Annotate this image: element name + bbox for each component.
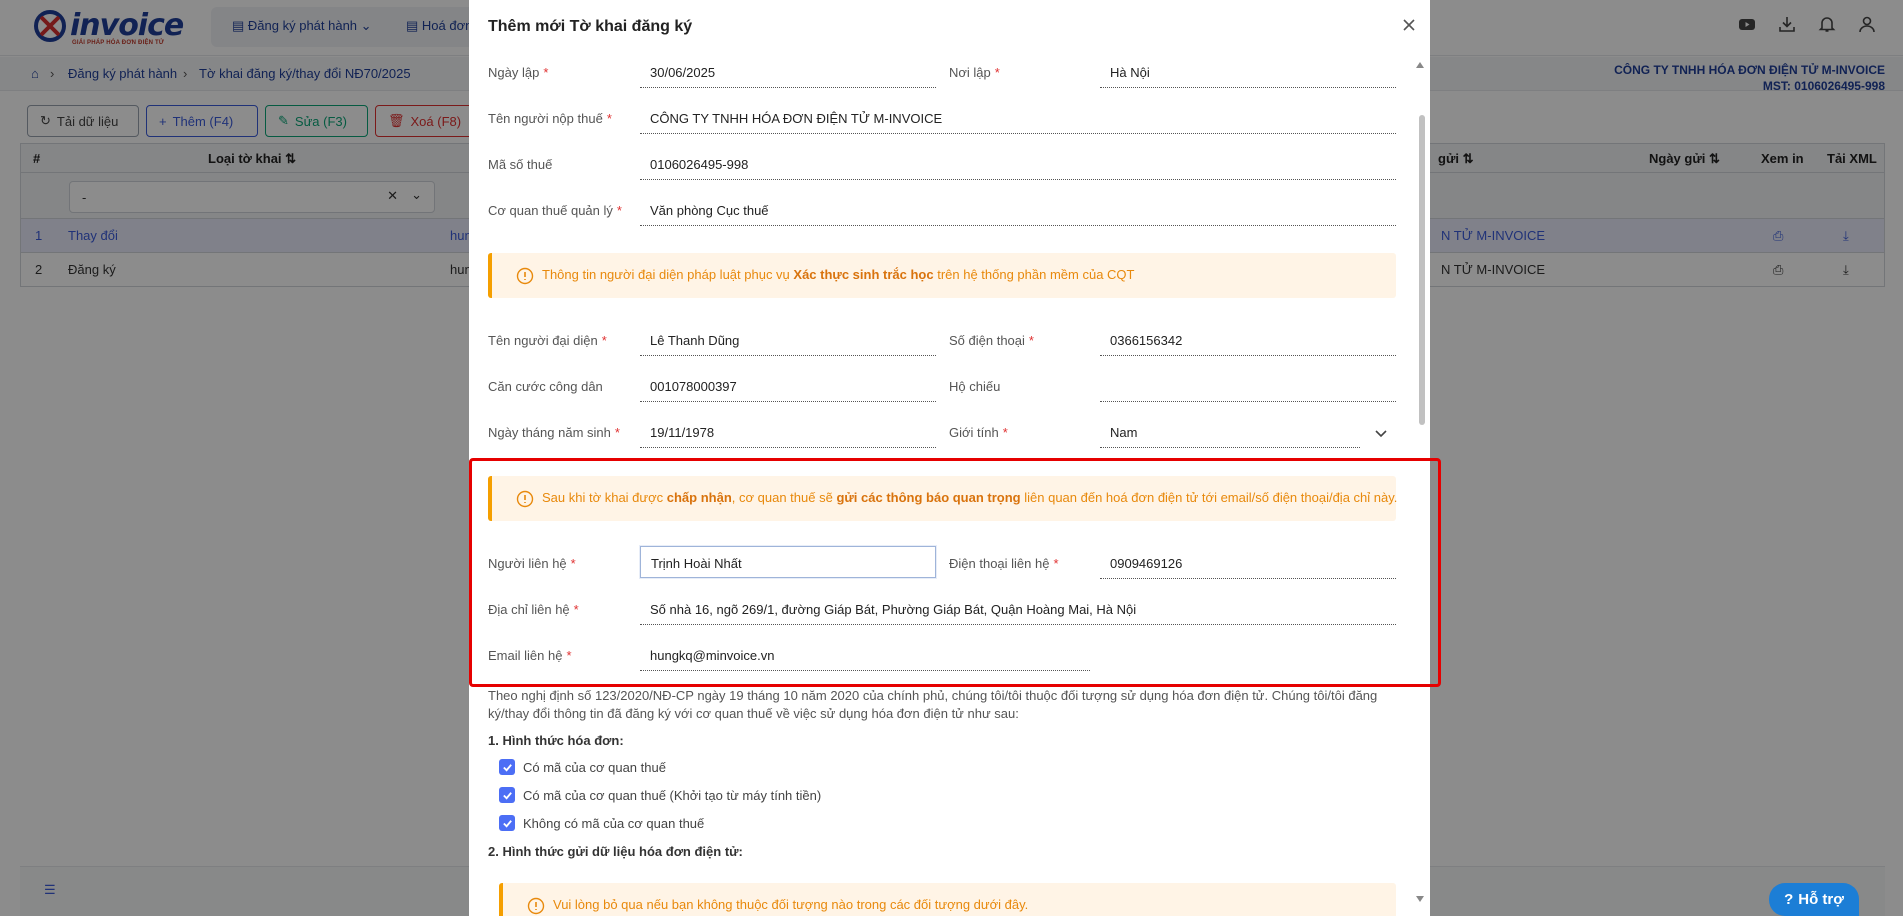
so-dien-thoai-label: Số điện thoại * xyxy=(949,333,1034,348)
declaration-paragraph: Theo nghị định số 123/2020/NĐ-CP ngày 19… xyxy=(488,688,1378,721)
can-cuoc-field[interactable]: 001078000397 xyxy=(640,370,936,402)
so-dien-thoai-field[interactable]: 0366156342 xyxy=(1100,324,1396,356)
noi-lap-field[interactable]: Hà Nội xyxy=(1100,56,1396,88)
ten-nguoi-nop-thue-label: Tên người nộp thuế * xyxy=(488,111,612,126)
ngay-lap-label: Ngày lập * xyxy=(488,65,549,80)
gioi-tinh-label: Giới tính * xyxy=(949,425,1008,440)
ten-nguoi-dai-dien-label: Tên người đại diện * xyxy=(488,333,607,348)
biometric-notice: Thông tin người đại diện pháp luật phục … xyxy=(488,253,1396,298)
section-invoice-type: 1. Hình thức hóa đơn: xyxy=(488,733,624,748)
checkbox-khong-ma[interactable]: Không có mã của cơ quan thuế xyxy=(499,815,704,831)
ho-chieu-label: Hộ chiếu xyxy=(949,379,1001,394)
ten-nguoi-nop-thue-field[interactable]: CÔNG TY TNHH HÓA ĐƠN ĐIỆN TỬ M-INVOICE xyxy=(640,102,1396,134)
scroll-down-arrow[interactable] xyxy=(1416,896,1424,902)
dialog-title: Thêm mới Tờ khai đăng ký xyxy=(488,18,693,35)
checkbox-checked-icon xyxy=(499,759,515,775)
ngay-lap-field[interactable]: 30/06/2025 xyxy=(640,56,936,88)
ngay-sinh-label: Ngày tháng năm sinh * xyxy=(488,425,620,440)
close-icon[interactable] xyxy=(1400,16,1418,34)
support-button[interactable]: ? Hỗ trợ xyxy=(1769,883,1859,916)
section-send-method: 2. Hình thức gửi dữ liệu hóa đơn điện tử… xyxy=(488,844,743,859)
info-icon xyxy=(516,267,534,285)
checkbox-checked-icon xyxy=(499,787,515,803)
chevron-down-icon[interactable] xyxy=(1374,426,1388,440)
noi-lap-label: Nơi lập * xyxy=(949,65,1000,80)
scrollbar-thumb[interactable] xyxy=(1419,115,1425,425)
co-quan-thue-field[interactable]: Văn phòng Cục thuế xyxy=(640,194,1396,226)
ngay-sinh-field[interactable]: 19/11/1978 xyxy=(640,416,936,448)
checkbox-co-ma[interactable]: Có mã của cơ quan thuế xyxy=(499,759,666,775)
ma-so-thue-label: Mã số thuế xyxy=(488,157,553,172)
ten-nguoi-dai-dien-field[interactable]: Lê Thanh Dũng xyxy=(640,324,936,356)
help-icon: ? xyxy=(1784,891,1794,908)
highlight-box xyxy=(469,458,1441,687)
ho-chieu-field[interactable] xyxy=(1100,370,1396,402)
scroll-up-arrow[interactable] xyxy=(1416,62,1424,68)
checkbox-checked-icon xyxy=(499,815,515,831)
gioi-tinh-select[interactable]: Nam xyxy=(1100,416,1360,448)
checkbox-co-ma-mtt[interactable]: Có mã của cơ quan thuế (Khởi tạo từ máy … xyxy=(499,787,821,803)
ma-so-thue-field[interactable]: 0106026495-998 xyxy=(640,148,1396,180)
co-quan-thue-label: Cơ quan thuế quản lý * xyxy=(488,203,622,218)
can-cuoc-label: Căn cước công dân xyxy=(488,379,603,394)
info-icon xyxy=(527,897,545,915)
send-method-notice: Vui lòng bỏ qua nếu bạn không thuộc đối … xyxy=(499,883,1396,916)
